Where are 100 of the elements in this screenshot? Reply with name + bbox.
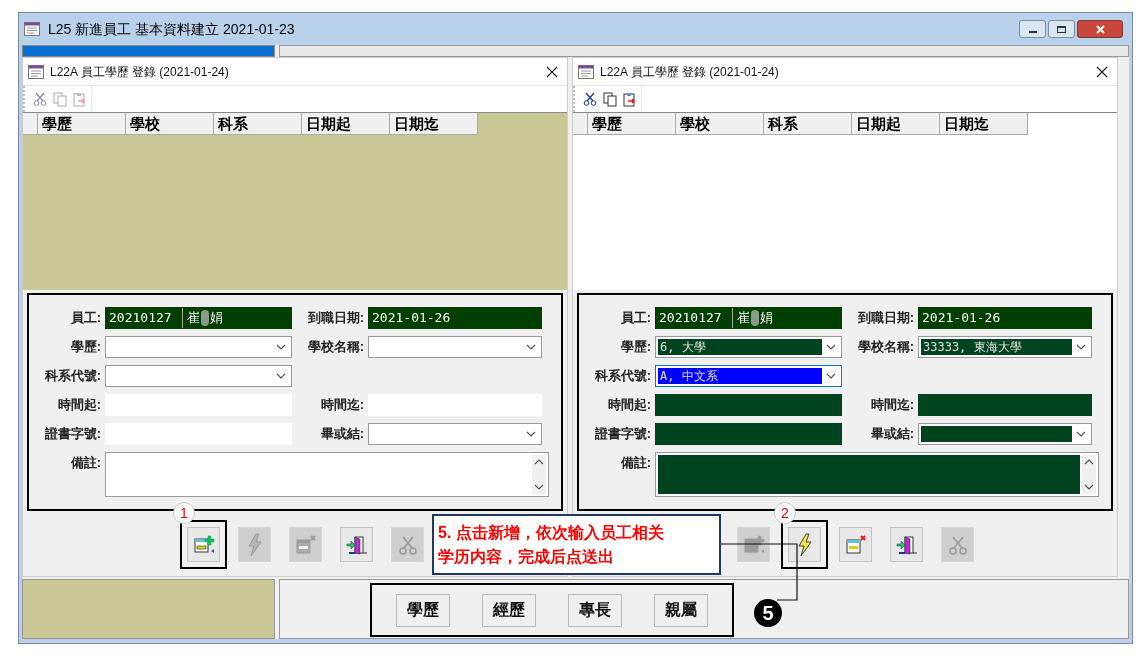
- scroll-down-icon[interactable]: [534, 484, 544, 490]
- tab-button[interactable]: 親屬: [654, 593, 708, 627]
- add-record-icon: [742, 533, 765, 556]
- field-label: 到職日期:: [306, 309, 365, 327]
- scissors-icon: [947, 534, 968, 555]
- text-field[interactable]: [918, 394, 1092, 416]
- blur-mosaic-icon: [751, 310, 759, 326]
- text-field[interactable]: [655, 394, 842, 416]
- field-label: 時間起:: [606, 396, 652, 414]
- dropdown-field[interactable]: 33333, 東海大學: [918, 336, 1092, 358]
- exit-button[interactable]: [340, 527, 373, 562]
- close-icon[interactable]: [1096, 65, 1108, 78]
- column-header[interactable]: 學歷: [38, 113, 126, 135]
- exit-door-icon: [345, 533, 368, 556]
- chevron-down-icon[interactable]: [1076, 431, 1086, 437]
- delete-button[interactable]: [839, 527, 872, 562]
- chevron-down-icon[interactable]: [826, 344, 836, 350]
- scroll-up-icon[interactable]: [534, 459, 544, 465]
- scroll-down-icon[interactable]: [1084, 484, 1094, 490]
- chevron-down-icon[interactable]: [1076, 344, 1086, 350]
- callout-text: 学历内容，完成后点送出: [438, 546, 615, 567]
- field-label: 學校名稱:: [856, 338, 915, 356]
- text-field[interactable]: 2021-01-26: [368, 307, 542, 329]
- field-label: 證書字號:: [43, 425, 102, 443]
- window-app-icon: [28, 64, 44, 79]
- dropdown-field[interactable]: [918, 423, 1092, 445]
- window-title: L25 新進員工 基本資料建立 2021-01-23: [48, 19, 296, 39]
- employee-name: 崔: [736, 309, 750, 328]
- delete-record-icon: [294, 533, 317, 556]
- window-app-icon: [578, 64, 594, 79]
- scissors-icon: [397, 534, 418, 555]
- dropdown-field[interactable]: 6, 大學: [655, 336, 842, 358]
- close-icon: [1095, 24, 1105, 34]
- employee-id: 20210127: [105, 308, 183, 328]
- column-header[interactable]: 日期起: [302, 113, 390, 135]
- tab-button[interactable]: 學歷: [396, 593, 450, 627]
- exit-button[interactable]: [890, 527, 923, 562]
- field-label: 畢或結:: [869, 425, 915, 443]
- dialog-title: L22A 員工學歷 登錄 (2021-01-24): [50, 63, 230, 81]
- column-header[interactable]: 學校: [676, 113, 764, 135]
- column-header[interactable]: 日期迄: [390, 113, 478, 135]
- chevron-down-icon[interactable]: [276, 344, 286, 350]
- field-label: 員工:: [619, 309, 652, 327]
- send-button[interactable]: [788, 527, 821, 562]
- scroll-up-icon[interactable]: [1084, 459, 1094, 465]
- text-field[interactable]: 2021-01-26: [918, 307, 1092, 329]
- delete-record-icon: [844, 533, 867, 556]
- column-header[interactable]: 學校: [126, 113, 214, 135]
- remark-textarea[interactable]: [655, 452, 1099, 497]
- field-label: 備註:: [69, 454, 102, 472]
- close-icon[interactable]: [546, 65, 558, 78]
- scissors-icon[interactable]: [583, 92, 597, 106]
- chevron-down-icon[interactable]: [526, 431, 536, 437]
- field-label: 學校名稱:: [306, 338, 365, 356]
- window-app-icon: [24, 22, 40, 36]
- dialog-title: L22A 員工學歷 登錄 (2021-01-24): [600, 63, 780, 81]
- dropdown-field[interactable]: [368, 336, 542, 358]
- dropdown-field[interactable]: A, 中文系: [655, 365, 842, 387]
- tab-button[interactable]: 經歷: [482, 593, 536, 627]
- minimize-button[interactable]: [1019, 20, 1046, 38]
- column-header[interactable]: 日期起: [852, 113, 940, 135]
- paste-icon[interactable]: [623, 91, 637, 107]
- column-header[interactable]: 科系: [214, 113, 302, 135]
- field-label: 科系代號:: [43, 367, 102, 385]
- employee-field[interactable]: 20210127 崔 娟: [105, 307, 292, 329]
- field-label: 時間迄:: [319, 396, 365, 414]
- lightning-icon: [796, 532, 813, 557]
- field-label: 學歷:: [619, 338, 652, 356]
- chevron-down-icon[interactable]: [276, 373, 286, 379]
- close-button[interactable]: [1077, 20, 1123, 38]
- add-button[interactable]: [187, 527, 220, 562]
- lightning-icon: [246, 532, 263, 557]
- field-label: 時間起:: [56, 396, 102, 414]
- add-record-icon: [192, 533, 215, 556]
- dropdown-field[interactable]: [368, 423, 542, 445]
- column-header[interactable]: 日期迄: [940, 113, 1028, 135]
- column-header[interactable]: 科系: [764, 113, 852, 135]
- chevron-down-icon[interactable]: [826, 373, 836, 379]
- callout-text: 5. 点击新增，依次输入员工相关: [438, 522, 665, 543]
- tab-button[interactable]: 專長: [568, 593, 622, 627]
- maximize-button[interactable]: [1048, 20, 1075, 38]
- dropdown-field[interactable]: [105, 336, 292, 358]
- employee-name: 崔: [186, 309, 200, 328]
- chevron-down-icon[interactable]: [526, 344, 536, 350]
- employee-name: 娟: [760, 309, 773, 328]
- field-label: 畢或結:: [319, 425, 365, 443]
- field-label: 證書字號:: [593, 425, 652, 443]
- field-label: 科系代號:: [593, 367, 652, 385]
- employee-name: 娟: [210, 309, 223, 328]
- dropdown-field[interactable]: [105, 365, 292, 387]
- field-label: 員工:: [69, 309, 102, 327]
- employee-id: 20210127: [655, 308, 733, 328]
- exit-door-icon: [895, 533, 918, 556]
- field-label: 備註:: [619, 454, 652, 472]
- column-header[interactable]: 學歷: [588, 113, 676, 135]
- field-label: 學歷:: [69, 338, 102, 356]
- text-field[interactable]: [655, 423, 842, 445]
- field-label: 到職日期:: [856, 309, 915, 327]
- employee-field[interactable]: 20210127 崔 娟: [655, 307, 842, 329]
- copy-icon[interactable]: [603, 91, 617, 107]
